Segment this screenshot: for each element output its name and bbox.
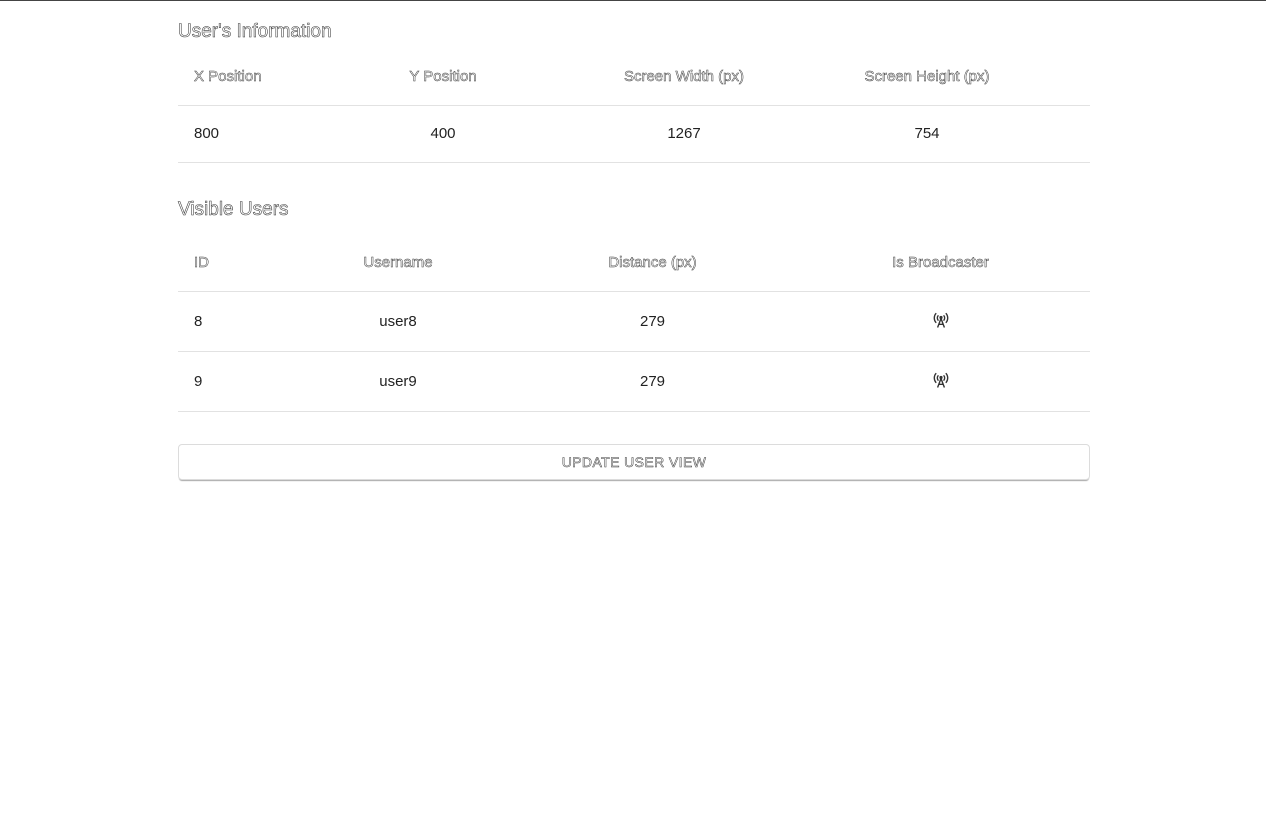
- broadcaster-cell: [791, 351, 1090, 412]
- y-position-value: 400: [282, 105, 604, 163]
- table-header-row: X Position Y Position Screen Width (px) …: [178, 48, 1090, 106]
- username: user9: [282, 351, 514, 412]
- update-user-view-button[interactable]: UPDATE USER VIEW: [178, 444, 1090, 480]
- header-username: Username: [282, 234, 514, 292]
- top-border: [0, 0, 1266, 1]
- visible-users-table: ID Username Distance (px) Is Broadcaster…: [178, 234, 1090, 412]
- user-id: 9: [178, 351, 282, 412]
- visible-users-title: Visible Users: [178, 199, 289, 221]
- table-row: 8 user8 279: [178, 291, 1090, 352]
- broadcast-tower-icon: [933, 372, 948, 388]
- table-row: 9 user9 279: [178, 351, 1090, 412]
- username: user8: [282, 291, 514, 352]
- user-info-title: User's Information: [178, 21, 332, 43]
- screen-height-value: 754: [764, 105, 1090, 163]
- distance: 279: [514, 351, 791, 412]
- user-id: 8: [178, 291, 282, 352]
- screen-width-value: 1267: [604, 105, 764, 163]
- header-screen-width: Screen Width (px): [604, 48, 764, 106]
- header-y-position: Y Position: [282, 48, 604, 106]
- broadcaster-cell: [791, 291, 1090, 352]
- header-x-position: X Position: [178, 48, 282, 106]
- user-info-table: X Position Y Position Screen Width (px) …: [178, 48, 1090, 163]
- header-id: ID: [178, 234, 282, 292]
- header-distance: Distance (px): [514, 234, 791, 292]
- table-header-row: ID Username Distance (px) Is Broadcaster: [178, 234, 1090, 292]
- header-is-broadcaster: Is Broadcaster: [791, 234, 1090, 292]
- distance: 279: [514, 291, 791, 352]
- broadcast-tower-icon: [933, 312, 948, 328]
- table-row: 800 400 1267 754: [178, 105, 1090, 163]
- header-screen-height: Screen Height (px): [764, 48, 1090, 106]
- x-position-value: 800: [178, 105, 282, 163]
